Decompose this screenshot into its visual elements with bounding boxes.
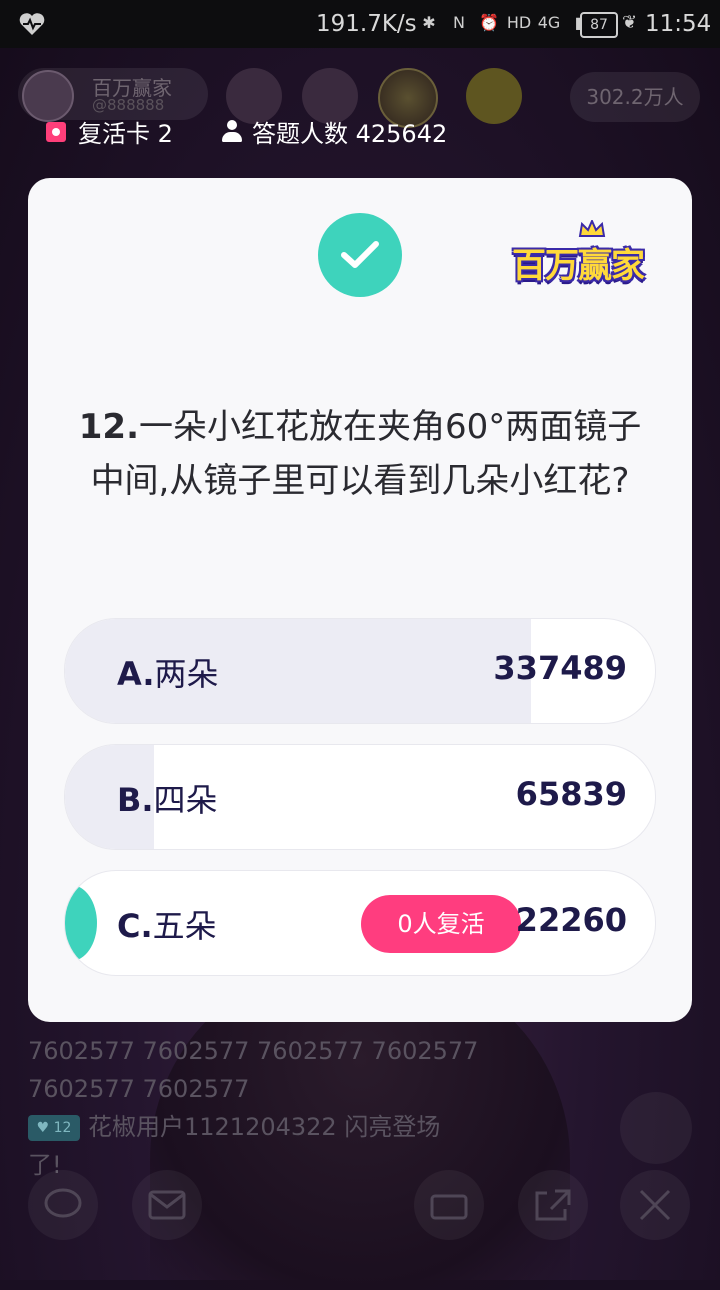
host-info[interactable]: 百万赢家 @888888 (18, 68, 208, 122)
option-a-label: A.两朵 (117, 655, 219, 693)
camera-icon[interactable] (414, 1170, 484, 1240)
comment-icon[interactable] (28, 1170, 98, 1240)
status-icons: ✱ N ⏰ HD 4G ▮ (418, 10, 590, 34)
alarm-icon: ⏰ (479, 12, 499, 32)
question-body: 一朵小红花放在夹角60°两面镜子中间,从镜子里可以看到几朵小红花? (90, 407, 642, 501)
option-b-count: 65839 (515, 775, 627, 813)
message-icon[interactable] (132, 1170, 202, 1240)
person-icon (220, 119, 244, 144)
host-id: @888888 (92, 96, 165, 114)
health-heart-icon (19, 13, 45, 35)
revive-card-icon (46, 121, 66, 142)
network-type: 4G (537, 12, 561, 32)
revive-card-count: 复活卡 2 (46, 114, 173, 149)
option-a-count: 337489 (493, 649, 627, 687)
revive-badge: 0人复活 (361, 895, 521, 953)
participant-count-label: 答题人数 425642 (252, 120, 448, 148)
user-level-badge: ♥ 12 (28, 1115, 80, 1141)
chat-message: 7602577 7602577 7602577 7602577 (28, 1037, 479, 1065)
option-b[interactable]: B.四朵 65839 (64, 744, 656, 850)
share-link-icon[interactable] (620, 1092, 692, 1164)
share-icon[interactable] (518, 1170, 588, 1240)
power-saving-leaf-icon: ❦ (622, 12, 638, 33)
option-c-label: C.五朵 (117, 907, 217, 945)
question-text: 12.一朵小红花放在夹角60°两面镜子中间,从镜子里可以看到几朵小红花? (78, 400, 642, 508)
chat-message: ♥ 12 花椒用户1121204322 闪亮登场 (28, 1108, 588, 1146)
battery-indicator: 87 (580, 12, 618, 38)
correct-answer-marker (65, 885, 97, 961)
crown-icon (578, 220, 606, 237)
nfc-icon: N (453, 12, 465, 32)
option-c-count: 22260 (515, 901, 627, 939)
option-a[interactable]: A.两朵 337489 (64, 618, 656, 724)
hd-icon: HD (506, 12, 532, 32)
question-number: 12. (78, 407, 139, 447)
chat-user-line: 花椒用户1121204322 闪亮登场 (88, 1113, 441, 1141)
revive-card-label: 复活卡 2 (78, 120, 173, 148)
participant-count: 答题人数 425642 (220, 114, 447, 149)
chat-message-end: 了! (28, 1151, 62, 1179)
status-bar: 191.7K/s ✱ N ⏰ HD 4G ▮ 87 ❦ 11:54 (0, 0, 720, 48)
game-logo: 百万赢家 (508, 220, 666, 296)
close-icon[interactable] (620, 1170, 690, 1240)
chat-feed: 7602577 7602577 7602577 7602577 7602577 … (28, 1032, 588, 1184)
option-c[interactable]: C.五朵 0人复活 22260 (64, 870, 656, 976)
viewer-avatar[interactable] (466, 68, 522, 124)
quiz-result-card: 百万赢家 12.一朵小红花放在夹角60°两面镜子中间,从镜子里可以看到几朵小红花… (28, 178, 692, 1022)
correct-check-icon (318, 213, 402, 297)
chat-message: 7602577 7602577 (28, 1075, 250, 1103)
bluetooth-icon: ✱ (422, 12, 436, 32)
option-b-label: B.四朵 (117, 781, 218, 819)
viewer-count[interactable]: 302.2万人 (570, 72, 700, 122)
clock: 11:54 (645, 11, 712, 37)
network-speed: 191.7K/s (316, 11, 417, 37)
game-logo-text: 百万赢家 (512, 246, 645, 286)
